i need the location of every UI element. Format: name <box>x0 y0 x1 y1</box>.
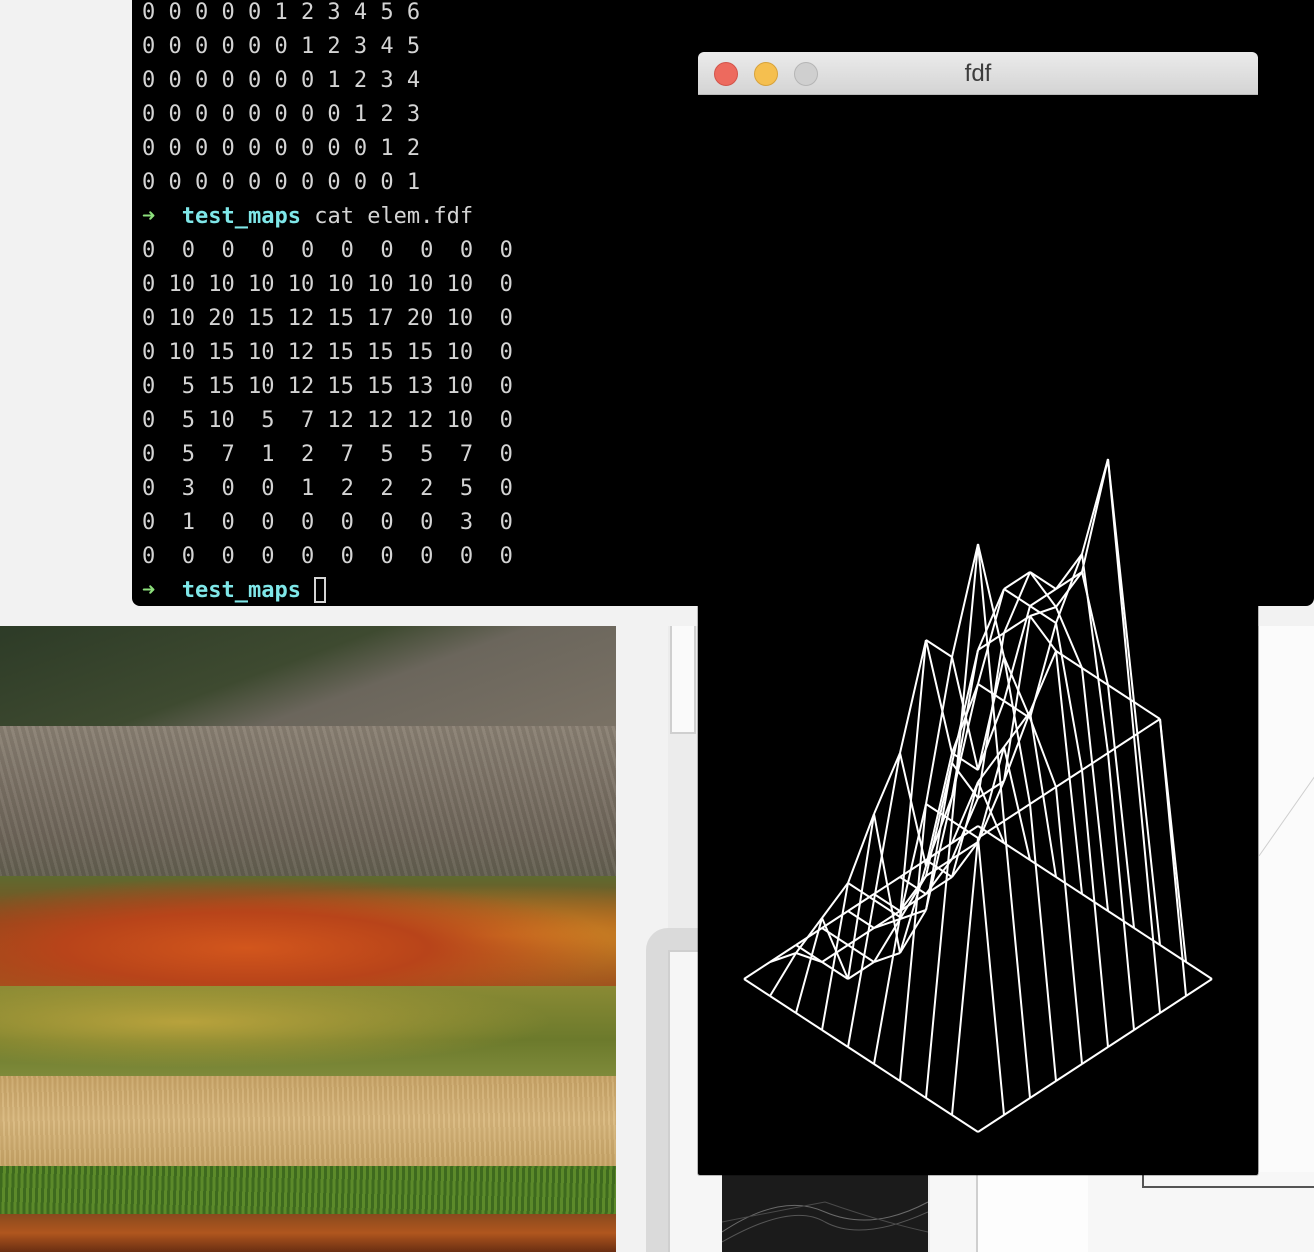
wireframe-edge <box>951 543 979 658</box>
wireframe-edge <box>1081 752 1109 771</box>
background-window <box>1258 626 1314 1172</box>
wireframe-edge <box>1133 735 1161 1014</box>
wireframe-edge <box>743 978 771 997</box>
wireframe-edge <box>1133 701 1161 946</box>
fdf-window[interactable]: fdf <box>698 52 1258 1175</box>
wireframe-edge <box>1029 588 1057 607</box>
wireframe-edge <box>951 837 979 1116</box>
wireframe-edge <box>1003 746 1031 861</box>
wireframe-edge <box>1081 1046 1109 1065</box>
wireframe-edge <box>1185 961 1213 980</box>
wireframe-edge <box>847 927 875 946</box>
wireframe-edge <box>1003 820 1031 1099</box>
wireframe-edge <box>1133 927 1161 946</box>
wireframe-edge <box>925 1097 953 1116</box>
wireframe-edge <box>1029 803 1057 1082</box>
output-line: 0 3 0 0 1 2 2 2 5 0 <box>142 476 513 501</box>
wireframe-edge <box>1029 571 1057 608</box>
output-line: 0 5 7 1 2 7 5 5 7 0 <box>142 442 513 467</box>
wireframe-edge <box>1003 615 1031 782</box>
output-line: 0 10 20 15 12 15 17 20 10 0 <box>142 306 513 331</box>
wireframe-edge <box>977 837 1005 1116</box>
wireframe-edge <box>1055 553 1083 590</box>
wireframe-edge <box>1055 1063 1083 1082</box>
wireframe-edge <box>1107 910 1135 929</box>
output-line: 0 0 0 0 0 0 0 0 1 2 3 <box>142 102 421 127</box>
wireframe-edge <box>795 917 823 1014</box>
wireframe-edge <box>951 649 979 764</box>
wireframe-edge <box>795 1012 823 1031</box>
output-line: 0 0 0 0 0 0 0 0 0 1 2 <box>142 136 421 161</box>
wireframe-edge <box>847 1046 875 1065</box>
wireframe-edge <box>899 639 927 754</box>
wireframe-edge <box>1159 718 1187 963</box>
wireframe-edge <box>821 882 849 1031</box>
wireframe-edge <box>899 1080 927 1099</box>
wireframe-edge <box>1055 786 1083 1065</box>
output-line: 0 10 10 10 10 10 10 10 10 0 <box>142 272 513 297</box>
wireframe-edge <box>873 752 901 901</box>
wireframe-edge <box>1003 711 1031 748</box>
background-window-preview <box>722 1172 928 1252</box>
wireframe-edge <box>1159 995 1187 1014</box>
terminal-output: 0 0 0 0 0 1 2 3 4 5 6 0 0 0 0 0 0 1 2 3 4… <box>142 0 513 606</box>
wireframe-edge <box>977 1114 1005 1133</box>
wireframe-edge <box>1029 1080 1057 1099</box>
wireframe-edge <box>1003 1097 1031 1116</box>
text-cursor[interactable] <box>314 577 327 603</box>
output-line: 0 0 0 0 0 0 0 0 0 0 <box>142 238 513 263</box>
wireframe-edge <box>847 813 875 884</box>
wireframe-edge <box>1081 458 1109 573</box>
wireframe-edge <box>1185 978 1213 997</box>
wireframe-edge <box>925 858 953 895</box>
background-window-frame <box>670 626 696 734</box>
wireframe-edge <box>1107 735 1135 754</box>
output-line: 0 0 0 0 0 0 0 1 2 3 4 <box>142 68 421 93</box>
wireframe-edge <box>1081 667 1109 912</box>
desktop-wallpaper <box>0 626 616 1252</box>
wireframe-edge <box>1029 859 1057 878</box>
output-line: 0 0 0 0 0 1 2 3 4 5 6 <box>142 0 421 25</box>
wireframe-edge <box>1055 571 1083 608</box>
prompt-directory: test_maps <box>181 578 301 603</box>
output-line: 0 5 10 5 7 12 12 12 10 0 <box>142 408 513 433</box>
prompt-line: ➜ test_maps <box>142 574 513 606</box>
wireframe-edge <box>1081 571 1109 686</box>
wireframe-edge <box>1107 1029 1135 1048</box>
prompt-command <box>301 578 314 603</box>
wireframe-edge <box>1055 876 1083 895</box>
wireframe-edge <box>743 961 771 980</box>
wireframe-canvas <box>743 458 1213 1133</box>
wireframe-edge <box>1133 1012 1161 1031</box>
output-line: 0 0 0 0 0 0 0 0 0 0 <box>142 544 513 569</box>
prompt-command: cat elem.fdf <box>300 204 474 229</box>
wireframe-edge <box>769 995 797 1014</box>
prompt-directory: test_maps <box>181 204 301 229</box>
background-window-frame <box>976 1172 1088 1252</box>
wireframe-edge <box>1003 711 1031 782</box>
wireframe-edge <box>951 1114 979 1133</box>
wireframe-edge <box>899 803 927 918</box>
wireframe-edge <box>847 899 875 1048</box>
output-line: 0 0 0 0 0 0 1 2 3 4 5 <box>142 34 421 59</box>
prompt-arrow-icon: ➜ <box>142 578 156 603</box>
prompt-line: ➜ test_maps cat elem.fdf <box>142 200 513 234</box>
prompt-arrow-icon: ➜ <box>142 204 156 229</box>
output-line: 0 0 0 0 0 0 0 0 0 0 1 <box>142 170 421 195</box>
wireframe-edge <box>821 927 849 946</box>
wireframe-edge <box>1029 571 1057 590</box>
wireframe-edge <box>1029 717 1057 788</box>
output-line: 0 1 0 0 0 0 0 0 3 0 <box>142 510 513 535</box>
wireframe-edge <box>1133 701 1161 720</box>
output-line: 0 10 15 10 12 15 15 15 10 0 <box>142 340 513 365</box>
wireframe-edge <box>1029 650 1057 713</box>
wireframe-edge <box>795 927 823 946</box>
wireframe-edge <box>873 752 901 815</box>
wireframe-edge <box>1081 553 1109 754</box>
wireframe-edge <box>821 1029 849 1048</box>
wireframe-edge <box>873 1063 901 1082</box>
output-line: 0 5 15 10 12 15 15 13 10 0 <box>142 374 513 399</box>
wireframe-edge <box>1107 458 1135 703</box>
